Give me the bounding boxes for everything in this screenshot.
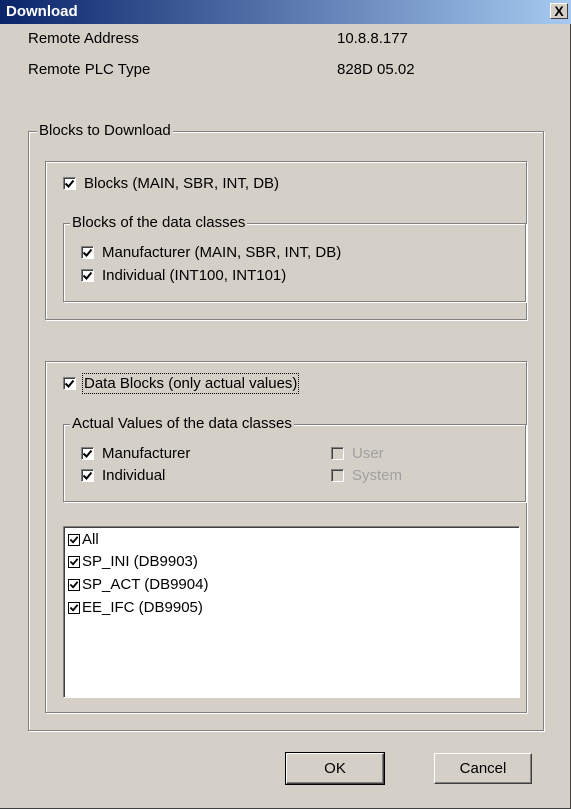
individual-values-checkbox[interactable]: Individual bbox=[81, 467, 165, 484]
list-item-label: SP_ACT (DB9904) bbox=[82, 576, 209, 593]
individual-blocks-check-icon bbox=[81, 269, 94, 282]
actual-values-group: Actual Values of the data classes bbox=[63, 415, 526, 502]
blocks-data-classes-legend: Blocks of the data classes bbox=[70, 214, 248, 231]
data-blocks-listbox[interactable]: All SP_INI (DB9903) SP_ACT (DB9904) EE_I… bbox=[63, 526, 520, 698]
list-item-all[interactable]: All bbox=[68, 531, 99, 548]
manufacturer-blocks-label: Manufacturer (MAIN, SBR, INT, DB) bbox=[102, 244, 342, 261]
system-values-box bbox=[331, 469, 344, 482]
list-item-check-icon bbox=[68, 555, 80, 568]
individual-blocks-label: Individual (INT100, INT101) bbox=[102, 267, 287, 284]
blocks-data-classes-group: Blocks of the data classes bbox=[63, 214, 526, 302]
list-item-ee-ifc[interactable]: EE_IFC (DB9905) bbox=[68, 599, 203, 616]
remote-address-value: 10.8.8.177 bbox=[337, 30, 408, 47]
list-item-sp-act[interactable]: SP_ACT (DB9904) bbox=[68, 576, 208, 593]
window-title: Download bbox=[6, 3, 78, 20]
blocks-checkbox[interactable]: Blocks (MAIN, SBR, INT, DB) bbox=[63, 175, 279, 192]
cancel-button[interactable]: Cancel bbox=[434, 753, 532, 784]
actual-values-legend: Actual Values of the data classes bbox=[70, 415, 294, 432]
manufacturer-blocks-check-icon bbox=[81, 246, 94, 259]
title-bar: Download X bbox=[0, 0, 571, 24]
list-item-sp-ini[interactable]: SP_INI (DB9903) bbox=[68, 553, 198, 570]
data-blocks-checkbox[interactable]: Data Blocks (only actual values) bbox=[63, 373, 300, 394]
plc-type-value: 828D 05.02 bbox=[337, 61, 415, 78]
data-blocks-check-icon bbox=[63, 377, 76, 390]
plc-type-label: Remote PLC Type bbox=[28, 61, 151, 78]
blocks-checkbox-label: Blocks (MAIN, SBR, INT, DB) bbox=[84, 175, 280, 192]
individual-values-check-icon bbox=[81, 469, 94, 482]
blocks-check-icon bbox=[63, 177, 76, 190]
user-values-label: User bbox=[352, 445, 384, 462]
download-dialog: Download X Remote Address 10.8.8.177 Rem… bbox=[0, 0, 571, 809]
manufacturer-blocks-checkbox[interactable]: Manufacturer (MAIN, SBR, INT, DB) bbox=[81, 244, 341, 261]
list-item-check-icon bbox=[68, 533, 80, 546]
remote-address-label: Remote Address bbox=[28, 30, 139, 47]
individual-blocks-checkbox[interactable]: Individual (INT100, INT101) bbox=[81, 267, 286, 284]
blocks-to-download-legend: Blocks to Download bbox=[37, 122, 173, 139]
system-values-checkbox: System bbox=[331, 467, 402, 484]
list-item-label: All bbox=[82, 531, 99, 548]
manufacturer-values-check-icon bbox=[81, 447, 94, 460]
system-values-label: System bbox=[352, 467, 403, 484]
individual-values-label: Individual bbox=[102, 467, 166, 484]
user-values-box bbox=[331, 447, 344, 460]
list-item-label: SP_INI (DB9903) bbox=[82, 553, 198, 570]
manufacturer-values-label: Manufacturer bbox=[102, 445, 191, 462]
manufacturer-values-checkbox[interactable]: Manufacturer bbox=[81, 445, 190, 462]
list-item-label: EE_IFC (DB9905) bbox=[82, 599, 203, 616]
user-values-checkbox: User bbox=[331, 445, 384, 462]
data-blocks-label: Data Blocks (only actual values) bbox=[81, 373, 300, 394]
ok-button[interactable]: OK bbox=[285, 752, 385, 785]
list-item-check-icon bbox=[68, 578, 80, 591]
close-button[interactable]: X bbox=[550, 3, 568, 19]
list-item-check-icon bbox=[68, 601, 80, 614]
